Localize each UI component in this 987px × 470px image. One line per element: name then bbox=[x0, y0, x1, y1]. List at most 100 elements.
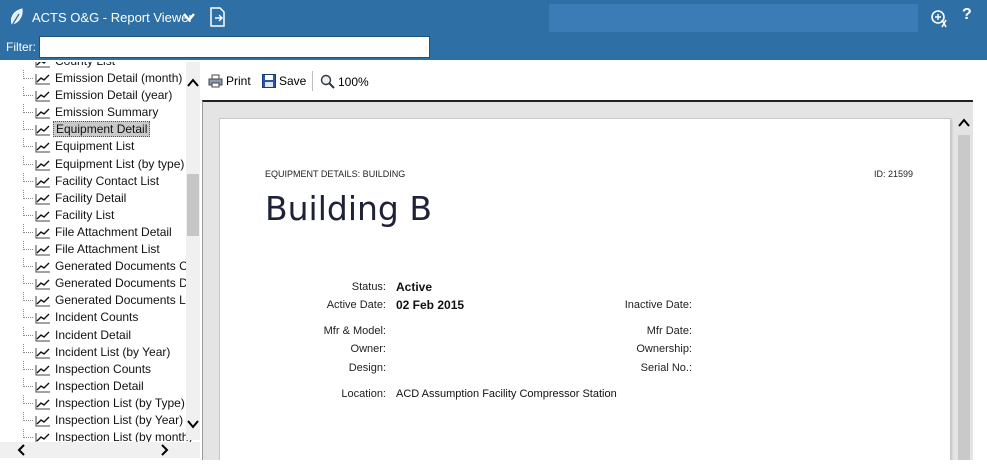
tree-connector bbox=[23, 70, 33, 80]
print-label: Print bbox=[226, 74, 251, 88]
report-chart-icon bbox=[35, 108, 50, 119]
tree-connector bbox=[23, 292, 33, 302]
tree-connector bbox=[23, 343, 33, 353]
tree-item-label: Equipment Detail bbox=[53, 121, 151, 138]
zoom-button[interactable]: 100% bbox=[320, 74, 369, 89]
report-chart-icon bbox=[35, 125, 50, 136]
tree-item[interactable]: Equipment List bbox=[0, 138, 186, 155]
tree-item[interactable]: Generated Documents List bbox=[0, 292, 198, 309]
tree-connector bbox=[23, 241, 33, 251]
report-page: EQUIPMENT DETAILS: BUILDING ID: 21599 Bu… bbox=[219, 118, 951, 460]
tree-item-label: Emission Summary bbox=[55, 105, 159, 120]
report-chart-icon bbox=[35, 415, 50, 427]
report-chart-icon bbox=[35, 398, 50, 410]
tree-item[interactable]: Equipment Detail bbox=[0, 121, 186, 138]
tree-item[interactable]: Emission Detail (year) bbox=[0, 87, 186, 104]
tree-item-label: Equipment List (by type) bbox=[55, 156, 185, 171]
report-toolbar: Print Save 100% bbox=[202, 62, 977, 100]
tree-item[interactable]: Equipment List (by type) bbox=[0, 155, 186, 173]
ownership-label: Ownership: bbox=[636, 343, 692, 355]
tree-item[interactable]: Emission Summary bbox=[0, 104, 186, 121]
tree-connector bbox=[23, 309, 33, 319]
tree-vertical-scrollbar[interactable] bbox=[186, 62, 200, 440]
report-chart-icon bbox=[35, 296, 50, 307]
tree-item[interactable]: Incident Detail bbox=[0, 326, 186, 344]
document-export-icon[interactable] bbox=[209, 7, 227, 27]
tree-item[interactable]: Emission Detail (month) bbox=[0, 70, 186, 87]
report-category: EQUIPMENT DETAILS: BUILDING bbox=[265, 169, 406, 179]
tree-item[interactable]: Generated Documents Co bbox=[0, 258, 194, 275]
tree-item-label: Incident Counts bbox=[55, 310, 139, 325]
help-icon[interactable]: ? bbox=[962, 6, 972, 24]
tree-item-label: Generated Documents De bbox=[55, 276, 195, 291]
toolbar-divider bbox=[312, 71, 313, 91]
tree-connector bbox=[23, 87, 33, 97]
location-label: Location: bbox=[341, 388, 386, 400]
tree-item[interactable]: Inspection Counts bbox=[0, 360, 186, 378]
tree-horizontal-scrollbar[interactable] bbox=[0, 442, 200, 458]
tree-connector bbox=[23, 104, 33, 114]
report-id: ID: 21599 bbox=[874, 169, 914, 179]
mfr-model-label: Mfr & Model: bbox=[323, 325, 386, 337]
translate-icon[interactable] bbox=[930, 8, 950, 28]
magnifier-icon bbox=[320, 74, 335, 89]
report-chart-icon bbox=[35, 227, 50, 239]
tree-item[interactable]: Inspection List (by Type) bbox=[0, 394, 186, 412]
tree-item[interactable]: Generated Documents De bbox=[0, 275, 194, 292]
print-button[interactable]: Print bbox=[208, 74, 251, 88]
report-title: Building B bbox=[265, 189, 432, 228]
tree-item[interactable]: Facility List bbox=[0, 206, 186, 224]
report-chart-icon bbox=[35, 193, 50, 205]
tree-connector bbox=[23, 189, 33, 199]
tree-item-label: Facility Detail bbox=[55, 190, 127, 205]
report-chart-icon bbox=[35, 176, 50, 188]
scroll-up-icon[interactable] bbox=[957, 116, 971, 130]
scroll-down-icon[interactable] bbox=[187, 417, 199, 431]
tree-connector bbox=[23, 394, 33, 404]
scroll-up-icon[interactable] bbox=[187, 76, 199, 90]
tree-item[interactable]: File Attachment List bbox=[0, 241, 186, 258]
tree-connector bbox=[23, 411, 33, 421]
report-vertical-scrollbar[interactable] bbox=[955, 102, 973, 460]
tree-connector bbox=[23, 155, 33, 165]
tree-item[interactable]: Facility Contact List bbox=[0, 172, 186, 190]
report-list: County List Emission Detail (month) Emissi… bbox=[0, 62, 198, 446]
tree-item-label: File Attachment Detail bbox=[55, 224, 172, 239]
tree-item-label: Facility Contact List bbox=[55, 173, 160, 188]
tree-scroll-thumb[interactable] bbox=[187, 174, 199, 236]
tree-item-label: Incident List (by Year) bbox=[55, 344, 171, 359]
tree-connector bbox=[23, 138, 33, 148]
tree-item-label: Inspection List (by Type) bbox=[55, 395, 185, 410]
filter-bar: Filter: bbox=[0, 36, 987, 60]
report-scroll-thumb[interactable] bbox=[958, 135, 970, 460]
inactive-date-label: Inactive Date: bbox=[624, 299, 692, 311]
report-chart-icon bbox=[35, 364, 50, 376]
tree-item[interactable]: Incident Counts bbox=[0, 309, 186, 326]
scroll-left-icon[interactable] bbox=[16, 444, 28, 456]
tree-connector bbox=[23, 223, 33, 233]
save-button[interactable]: Save bbox=[262, 74, 306, 88]
tree-item[interactable]: Incident List (by Year) bbox=[0, 343, 186, 361]
status-value: Active bbox=[396, 280, 433, 294]
tree-item[interactable]: Inspection Detail bbox=[0, 377, 186, 395]
report-chart-icon bbox=[35, 313, 50, 324]
tree-item-label: Emission Detail (month) bbox=[55, 71, 183, 86]
tree-connector bbox=[23, 360, 33, 370]
design-label: Design: bbox=[348, 362, 386, 374]
filter-input[interactable] bbox=[39, 36, 430, 58]
tree-item[interactable]: Facility Detail bbox=[0, 189, 186, 207]
report-chart-icon bbox=[35, 62, 50, 68]
tree-item[interactable]: County List bbox=[0, 62, 186, 70]
tree-item-label: Generated Documents List bbox=[55, 293, 198, 308]
tree-item-label: File Attachment List bbox=[55, 242, 160, 257]
scroll-right-icon[interactable] bbox=[158, 444, 170, 456]
report-chart-icon bbox=[35, 74, 50, 85]
title-bar: ACTS O&G - Report Viewer ? bbox=[0, 0, 987, 36]
tree-item-label: Facility List bbox=[55, 207, 115, 222]
report-chart-icon bbox=[35, 245, 50, 256]
chevron-down-icon[interactable] bbox=[181, 9, 197, 25]
filter-label: Filter: bbox=[6, 40, 36, 54]
zoom-level: 100% bbox=[338, 74, 369, 89]
tree-item[interactable]: File Attachment Detail bbox=[0, 223, 186, 241]
tree-item[interactable]: Inspection List (by Year) bbox=[0, 411, 186, 429]
